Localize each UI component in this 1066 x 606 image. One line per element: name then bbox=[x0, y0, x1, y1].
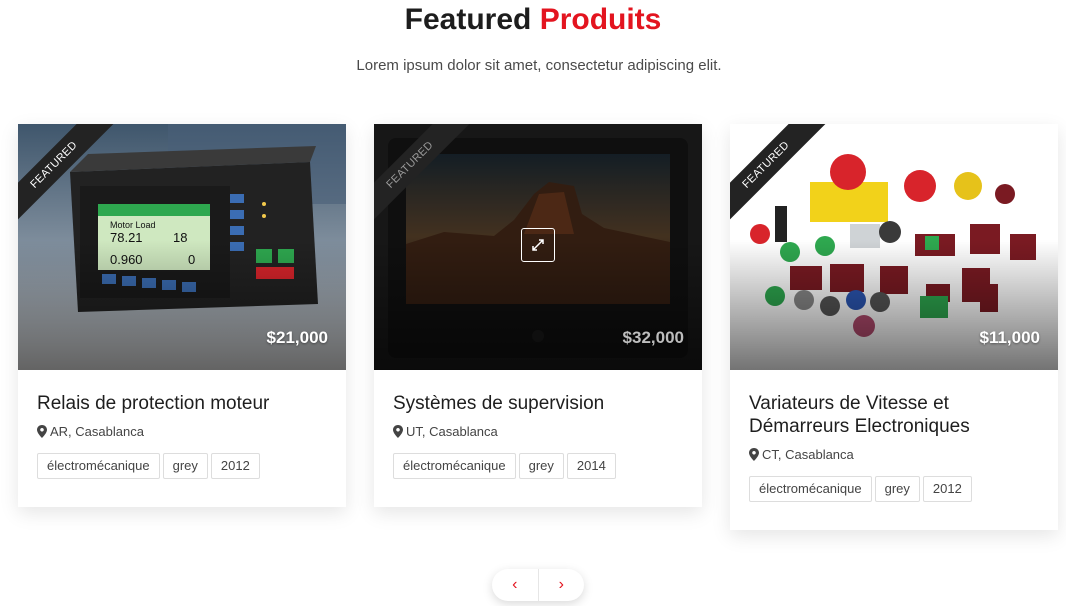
product-price: $21,000 bbox=[266, 328, 328, 347]
tag[interactable]: grey bbox=[518, 453, 564, 479]
product-price: $11,000 bbox=[979, 328, 1040, 347]
prev-button[interactable]: ‹ bbox=[492, 569, 538, 601]
product-location: CT, Casablanca bbox=[749, 447, 1039, 462]
tag[interactable]: 2012 bbox=[210, 453, 260, 479]
product-title[interactable]: Systèmes de supervision bbox=[393, 392, 683, 415]
map-pin-icon bbox=[749, 448, 759, 461]
featured-label: FEATURED bbox=[730, 124, 832, 231]
section-title-accent: Produits bbox=[539, 3, 662, 36]
map-pin-icon bbox=[37, 425, 47, 438]
tag[interactable]: 2014 bbox=[566, 453, 616, 479]
tag[interactable]: électromécanique bbox=[393, 453, 516, 479]
location-text: UT, Casablanca bbox=[406, 424, 498, 439]
tag[interactable]: électromécanique bbox=[749, 476, 872, 502]
carousel-pager: ‹ › bbox=[492, 569, 584, 601]
location-text: CT, Casablanca bbox=[762, 447, 854, 462]
product-image[interactable]: Motor Load 78.21 18 0.960 0 FEATURED $21… bbox=[18, 124, 346, 370]
tag[interactable]: électromécanique bbox=[37, 453, 160, 479]
chevron-right-icon: › bbox=[558, 576, 564, 593]
tag-list: électromécanique grey 2014 bbox=[393, 453, 683, 479]
image-shade bbox=[730, 240, 1058, 370]
product-price: $32,000 bbox=[622, 328, 684, 347]
featured-ribbon: FEATURED bbox=[730, 124, 840, 234]
next-button[interactable]: › bbox=[537, 569, 585, 601]
product-card[interactable]: FEATURED $11,000 Variateurs de Vitesse e… bbox=[730, 124, 1058, 530]
featured-label: FEATURED bbox=[18, 124, 120, 231]
location-text: AR, Casablanca bbox=[50, 424, 144, 439]
product-location: AR, Casablanca bbox=[37, 424, 327, 439]
image-shade bbox=[18, 240, 346, 370]
product-title[interactable]: Variateurs de Vitesse et Démarreurs Elec… bbox=[749, 392, 1039, 438]
product-card[interactable]: FEATURED $32,000 Systèmes de supervision… bbox=[374, 124, 702, 507]
section-title: Featured Produits bbox=[0, 2, 1066, 38]
product-image[interactable]: FEATURED $32,000 bbox=[374, 124, 702, 370]
product-title[interactable]: Relais de protection moteur bbox=[37, 392, 327, 415]
section-title-main: Featured bbox=[404, 3, 532, 36]
tag-list: électromécanique grey 2012 bbox=[37, 453, 327, 479]
chevron-left-icon: ‹ bbox=[512, 576, 518, 593]
map-pin-icon bbox=[393, 425, 403, 438]
expand-icon[interactable] bbox=[521, 228, 555, 262]
featured-ribbon: FEATURED bbox=[18, 124, 128, 234]
product-card[interactable]: Motor Load 78.21 18 0.960 0 FEATURED $21… bbox=[18, 124, 346, 507]
tag-list: électromécanique grey 2012 bbox=[749, 476, 1039, 502]
tag[interactable]: 2012 bbox=[922, 476, 972, 502]
tag[interactable]: grey bbox=[874, 476, 920, 502]
product-image[interactable]: FEATURED $11,000 bbox=[730, 124, 1058, 370]
tag[interactable]: grey bbox=[162, 453, 208, 479]
featured-label: FEATURED bbox=[374, 124, 476, 231]
product-location: UT, Casablanca bbox=[393, 424, 683, 439]
featured-ribbon: FEATURED bbox=[374, 124, 484, 234]
section-subtitle: Lorem ipsum dolor sit amet, consectetur … bbox=[356, 57, 722, 74]
